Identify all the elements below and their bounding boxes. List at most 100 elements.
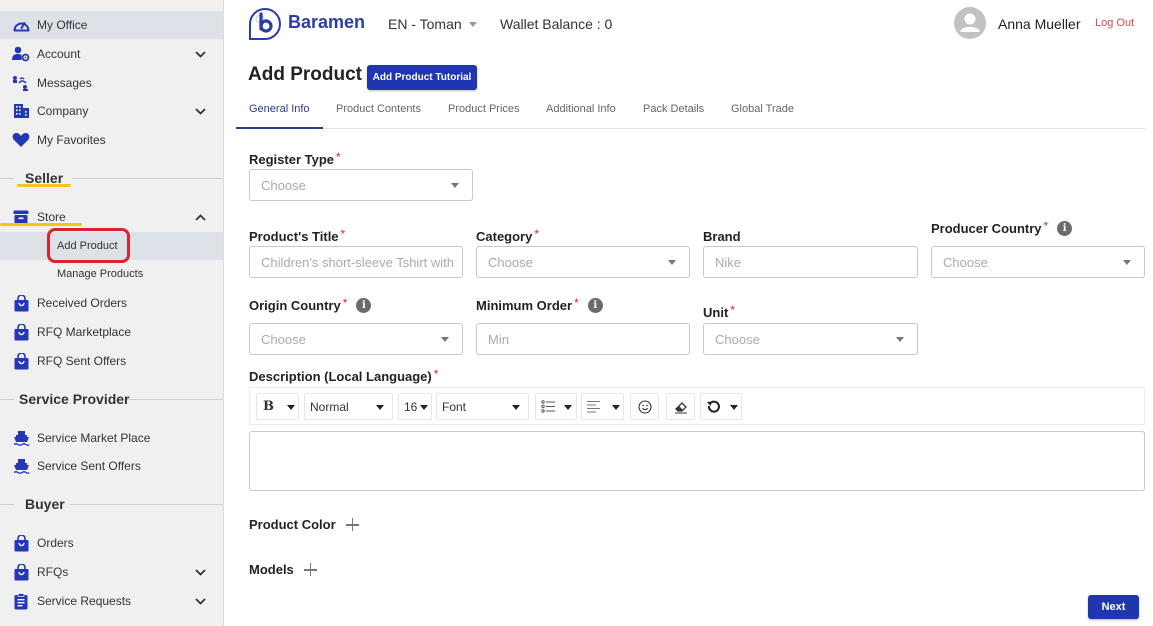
sidebar-item-service-sent-offers[interactable]: Service Sent Offers — [0, 452, 223, 480]
sidebar-item-label: My Office — [37, 18, 88, 32]
brand-input[interactable] — [715, 254, 917, 270]
sidebar-item-store[interactable]: Store — [0, 203, 223, 231]
undo-button[interactable] — [700, 393, 742, 420]
add-product-tutorial-button[interactable]: Add Product Tutorial — [367, 65, 477, 90]
bold-button[interactable]: B — [256, 393, 299, 420]
clipboard-icon — [12, 592, 30, 610]
tab-product-prices[interactable]: Product Prices — [448, 103, 520, 115]
paragraph-style-value: Normal — [310, 399, 349, 414]
highlight-box — [47, 228, 130, 263]
unit-select[interactable]: Choose — [703, 323, 918, 355]
language-currency-select[interactable]: EN - Toman — [388, 16, 477, 32]
chevron-down-icon[interactable] — [193, 565, 207, 579]
list-icon — [541, 400, 555, 416]
sidebar-item-received-orders[interactable]: Received Orders — [0, 289, 223, 317]
sidebar-item-label: Messages — [37, 76, 92, 90]
required-mark: * — [342, 295, 348, 310]
add-model-plus-icon[interactable] — [303, 563, 317, 576]
brand-field[interactable] — [703, 246, 918, 278]
sidebar-item-my-office[interactable]: My Office — [0, 11, 223, 39]
bold-icon: B — [263, 399, 274, 414]
minimum-order-field[interactable] — [476, 323, 690, 355]
wallet-balance: Wallet Balance : 0 — [500, 16, 613, 32]
brand-name[interactable]: Baramen — [288, 12, 365, 33]
emoji-button[interactable] — [630, 393, 659, 420]
font-family-select[interactable]: Font — [436, 393, 529, 420]
info-icon[interactable]: i — [587, 298, 603, 313]
sidebar-item-label: Received Orders — [37, 296, 128, 310]
sidebar-subitem-manage-products[interactable]: Manage Products — [0, 260, 223, 288]
caret-down-icon — [287, 405, 295, 410]
shopping-bag-icon — [12, 323, 30, 341]
logout-link[interactable]: Log Out — [1095, 17, 1134, 29]
sidebar-item-label: My Favorites — [37, 133, 106, 147]
category-select[interactable]: Choose — [476, 246, 690, 278]
caret-down-icon — [376, 405, 384, 410]
language-currency-value: EN - Toman — [388, 16, 462, 32]
tab-product-contents[interactable]: Product Contents — [336, 103, 421, 115]
sidebar-item-service-requests[interactable]: Service Requests — [0, 587, 223, 615]
avatar[interactable] — [954, 7, 986, 39]
align-left-icon — [587, 400, 601, 416]
app-root: My Office Account Messages Company My Fa… — [0, 0, 1153, 626]
clear-format-button[interactable] — [666, 393, 695, 420]
tab-pack-details[interactable]: Pack Details — [643, 103, 704, 115]
sidebar: My Office Account Messages Company My Fa… — [0, 0, 224, 626]
info-icon[interactable]: i — [1057, 221, 1073, 236]
sidebar-item-rfqs[interactable]: RFQs — [0, 558, 223, 586]
sidebar-item-service-market-place[interactable]: Service Market Place — [0, 424, 223, 452]
info-icon[interactable]: i — [356, 298, 372, 313]
tab-global-trade[interactable]: Global Trade — [731, 103, 794, 115]
user-icon — [960, 13, 980, 32]
sidebar-item-my-favorites[interactable]: My Favorites — [0, 126, 223, 154]
user-gear-icon — [12, 45, 30, 63]
divider — [127, 398, 223, 400]
minimum-order-input[interactable] — [488, 331, 689, 347]
building-icon — [12, 102, 30, 120]
sidebar-item-rfq-sent-offers[interactable]: RFQ Sent Offers — [0, 347, 223, 375]
sidebar-item-messages[interactable]: Messages — [0, 69, 223, 97]
next-button[interactable]: Next — [1088, 595, 1139, 619]
brand-logo-icon[interactable] — [248, 7, 282, 41]
producer-country-select[interactable]: Choose — [931, 246, 1145, 278]
sidebar-item-company[interactable]: Company — [0, 97, 223, 125]
description-editor[interactable] — [249, 431, 1145, 491]
shopping-bag-icon — [12, 534, 30, 552]
chevron-up-icon[interactable] — [193, 210, 207, 224]
sidebar-item-label: Manage Products — [57, 268, 144, 280]
tab-additional-info[interactable]: Additional Info — [546, 103, 616, 115]
models-label: Models — [249, 562, 294, 577]
font-family-value: Font — [442, 399, 467, 414]
caret-down-icon — [730, 405, 738, 410]
sidebar-item-orders[interactable]: Orders — [0, 529, 223, 557]
chevron-down-icon[interactable] — [193, 104, 207, 118]
tab-general-info[interactable]: General Info — [249, 103, 310, 115]
font-size-select[interactable]: 16 — [398, 393, 432, 420]
shopping-bag-icon — [12, 563, 30, 581]
required-mark: * — [340, 226, 346, 241]
sidebar-item-rfq-marketplace[interactable]: RFQ Marketplace — [0, 318, 223, 346]
sidebar-item-account[interactable]: Account — [0, 40, 223, 68]
origin-country-select[interactable]: Choose — [249, 323, 463, 355]
required-mark: * — [336, 149, 341, 164]
align-button[interactable] — [581, 393, 624, 420]
origin-country-label: Origin Country * i — [249, 295, 372, 313]
chevron-down-icon[interactable] — [193, 47, 207, 61]
register-type-select[interactable]: Choose — [249, 169, 473, 201]
select-placeholder: Choose — [943, 254, 988, 270]
product-title-label: Product's Title * — [249, 226, 346, 245]
models-section: Models — [249, 562, 317, 577]
shopping-bag-icon — [12, 294, 30, 312]
list-button[interactable] — [535, 393, 577, 420]
section-service-provider: Service Provider — [0, 389, 223, 409]
product-title-field[interactable] — [249, 246, 463, 278]
chevron-down-icon[interactable] — [193, 594, 207, 608]
caret-down-icon — [451, 183, 459, 188]
paragraph-style-select[interactable]: Normal — [304, 393, 393, 420]
caret-down-icon — [612, 405, 620, 410]
product-title-input[interactable] — [261, 254, 462, 270]
required-mark: * — [433, 366, 439, 381]
add-product-color-plus-icon[interactable] — [345, 518, 359, 531]
description-label: Description (Local Language) * — [249, 366, 439, 385]
divider — [72, 177, 223, 179]
